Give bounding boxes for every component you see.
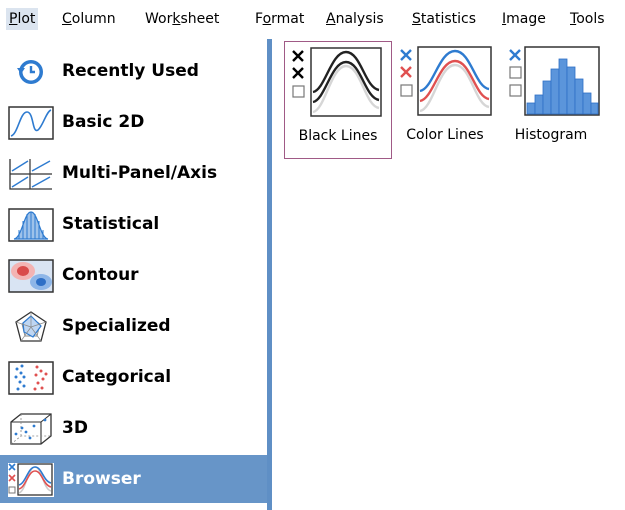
template-label: Black Lines bbox=[298, 128, 378, 144]
color-lines-icon bbox=[400, 46, 492, 116]
menu-plot[interactable]: Plot bbox=[6, 8, 39, 30]
category-categorical[interactable]: Categorical bbox=[0, 353, 267, 401]
multi-panel-axis-icon bbox=[9, 159, 52, 190]
category-label: Specialized bbox=[62, 316, 171, 336]
histogram-icon bbox=[509, 46, 600, 116]
basic-2d-icon bbox=[8, 106, 54, 140]
category-label: 3D bbox=[62, 418, 88, 438]
browser-icon bbox=[8, 463, 54, 497]
category-label: Contour bbox=[62, 265, 139, 285]
category-3d[interactable]: 3D bbox=[0, 404, 267, 452]
category-contour[interactable]: Contour bbox=[0, 251, 267, 299]
category-multi-panel-axis[interactable]: Multi-Panel/Axis bbox=[0, 149, 267, 197]
category-label: Multi-Panel/Axis bbox=[62, 163, 218, 183]
category-recently-used[interactable]: Recently Used bbox=[0, 47, 267, 95]
template-label: Histogram bbox=[514, 127, 588, 143]
menu-format[interactable]: Format bbox=[255, 8, 304, 30]
menu-column[interactable]: Column bbox=[62, 8, 116, 30]
black-lines-icon bbox=[292, 47, 382, 117]
menu-image[interactable]: Image bbox=[502, 8, 546, 30]
category-label: Categorical bbox=[62, 367, 172, 387]
category-label: Browser bbox=[62, 469, 141, 489]
category-label: Statistical bbox=[62, 214, 160, 234]
template-histogram[interactable]: Histogram bbox=[503, 41, 600, 157]
category-label: Recently Used bbox=[62, 61, 199, 81]
categorical-icon bbox=[8, 361, 54, 395]
category-specialized[interactable]: Specialized bbox=[0, 302, 267, 350]
specialized-icon bbox=[15, 311, 47, 342]
recently-used-icon bbox=[17, 60, 43, 84]
category-label: Basic 2D bbox=[62, 112, 145, 132]
menu-analysis[interactable]: Analysis bbox=[326, 8, 384, 30]
plot-category-panel: Recently Used Basic 2D Multi-Panel/Axis … bbox=[0, 39, 267, 510]
contour-icon bbox=[8, 259, 54, 293]
3d-icon bbox=[10, 413, 52, 445]
template-label: Color Lines bbox=[406, 127, 484, 143]
menu-bar: Plot Column Worksheet Format Analysis St… bbox=[0, 0, 625, 39]
category-statistical[interactable]: Statistical bbox=[0, 200, 267, 248]
template-black-lines[interactable]: Black Lines bbox=[284, 41, 392, 159]
menu-worksheet[interactable]: Worksheet bbox=[145, 8, 219, 30]
category-browser[interactable]: Browser bbox=[0, 455, 267, 503]
menu-statistics[interactable]: Statistics bbox=[412, 8, 476, 30]
template-color-lines[interactable]: Color Lines bbox=[395, 41, 495, 157]
statistical-icon bbox=[8, 208, 54, 242]
panel-splitter[interactable] bbox=[267, 39, 272, 510]
menu-tools[interactable]: Tools bbox=[570, 8, 605, 30]
category-basic-2d[interactable]: Basic 2D bbox=[0, 98, 267, 146]
